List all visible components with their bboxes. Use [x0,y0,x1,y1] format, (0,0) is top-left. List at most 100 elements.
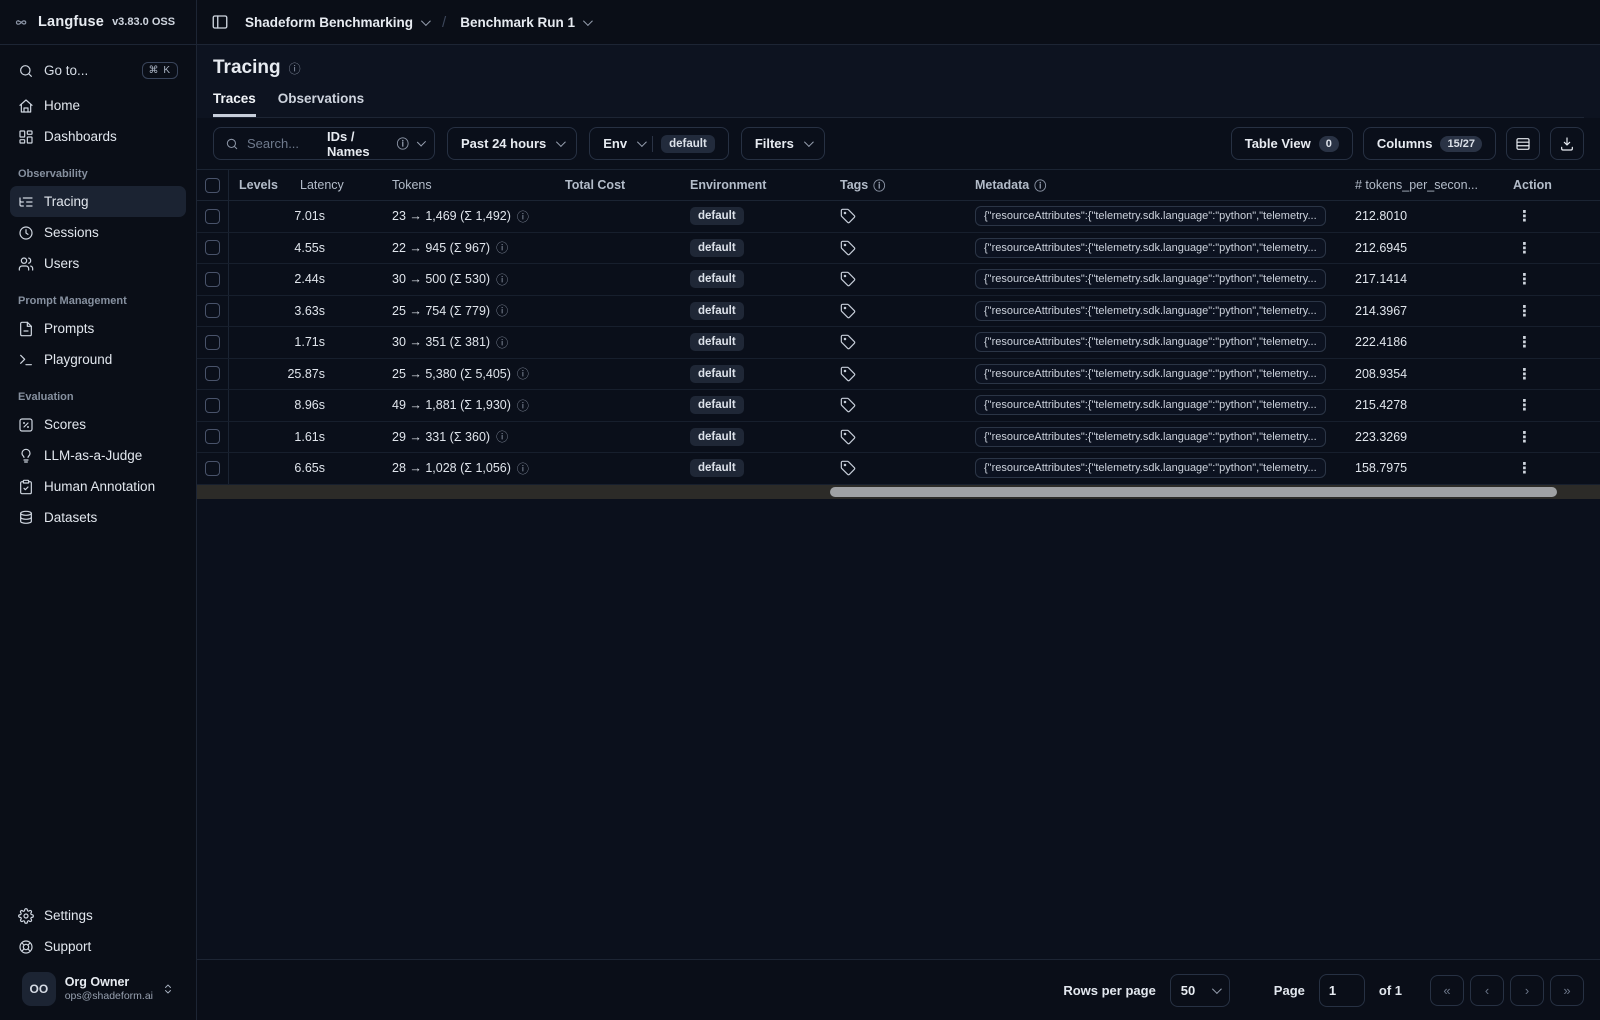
cell-tags[interactable] [830,208,965,224]
row-actions-button[interactable]: ⋮ [1503,428,1600,446]
cell-tags[interactable] [830,271,965,287]
panel-toggle-icon[interactable] [211,13,229,31]
row-actions-button[interactable]: ⋮ [1503,270,1600,288]
table-view-button[interactable]: Table View 0 [1230,127,1353,160]
row-checkbox[interactable] [197,295,229,326]
row-checkbox[interactable] [197,421,229,452]
search-input[interactable] [247,136,319,151]
table-row[interactable]: 3.63s 25 → 754 (Σ 779) ⓘ default {"resou… [197,295,1600,327]
env-filter-button[interactable]: Env default [589,127,729,160]
cell-metadata[interactable]: {"resourceAttributes":{"telemetry.sdk.la… [965,426,1345,447]
sidebar-item-playground[interactable]: Playground [10,344,186,375]
row-actions-button[interactable]: ⋮ [1503,396,1600,414]
row-actions-button[interactable]: ⋮ [1503,302,1600,320]
cell-tags[interactable] [830,429,965,445]
table-row[interactable]: 8.96s 49 → 1,881 (Σ 1,930) ⓘ default {"r… [197,390,1600,422]
sidebar-item-tracing[interactable]: Tracing [10,186,186,217]
header-levels[interactable]: Levels [229,178,290,192]
kebab-menu-icon: ⋮ [1517,428,1532,446]
scrollbar-thumb[interactable] [830,486,1557,497]
row-checkbox[interactable] [197,453,229,484]
project-breadcrumb[interactable]: Benchmark Run 1 [460,15,593,30]
table-row[interactable]: 1.61s 29 → 331 (Σ 360) ⓘ default {"resou… [197,421,1600,453]
cell-tags[interactable] [830,460,965,476]
select-all-checkbox[interactable] [197,170,229,200]
page-number-input[interactable] [1318,973,1365,1007]
header-total-cost[interactable]: Total Cost [555,178,680,192]
row-checkbox[interactable] [197,327,229,358]
sidebar-item-settings[interactable]: Settings [10,900,186,931]
cell-metadata[interactable]: {"resourceAttributes":{"telemetry.sdk.la… [965,332,1345,353]
cell-metadata[interactable]: {"resourceAttributes":{"telemetry.sdk.la… [965,237,1345,258]
sidebar: Langfuse v3.83.0 OSS Go to... ⌘ K Home D… [0,0,197,1020]
header-tokens-per-second[interactable]: # tokens_per_secon... [1345,178,1503,192]
rows-per-page-label: Rows per page [1063,982,1156,998]
sidebar-item-users[interactable]: Users [10,248,186,279]
table-row[interactable]: 6.65s 28 → 1,028 (Σ 1,056) ⓘ default {"r… [197,453,1600,485]
cell-metadata[interactable]: {"resourceAttributes":{"telemetry.sdk.la… [965,206,1345,227]
sidebar-item-human-annotation[interactable]: Human Annotation [10,471,186,502]
cell-tags[interactable] [830,240,965,256]
tab-traces[interactable]: Traces [213,91,256,117]
org-breadcrumb[interactable]: Shadeform Benchmarking [245,15,431,30]
table-row[interactable]: 7.01s 23 → 1,469 (Σ 1,492) ⓘ default {"r… [197,201,1600,233]
sidebar-item-prompts[interactable]: Prompts [10,313,186,344]
cell-tags[interactable] [830,334,965,350]
last-page-button[interactable]: » [1550,974,1584,1006]
first-page-button[interactable]: « [1430,974,1464,1006]
row-actions-button[interactable]: ⋮ [1503,239,1600,257]
rows-per-page-select[interactable]: 50 [1169,973,1230,1007]
cell-metadata[interactable]: {"resourceAttributes":{"telemetry.sdk.la… [965,458,1345,479]
header-metadata[interactable]: Metadata ⓘ [965,177,1345,194]
row-actions-button[interactable]: ⋮ [1503,333,1600,351]
filters-button[interactable]: Filters [740,127,825,160]
next-page-button[interactable]: › [1510,974,1544,1006]
cell-tags[interactable] [830,303,965,319]
export-button[interactable] [1550,127,1584,160]
cell-tokens-per-second: 158.7975 [1355,461,1408,476]
sidebar-item-scores[interactable]: Scores [10,409,186,440]
header-tokens[interactable]: Tokens [382,178,555,192]
row-height-button[interactable] [1506,127,1540,160]
sidebar-item-llm-as-a-judge[interactable]: LLM-as-a-Judge [10,440,186,471]
horizontal-scrollbar[interactable] [197,484,1600,499]
cell-metadata[interactable]: {"resourceAttributes":{"telemetry.sdk.la… [965,363,1345,384]
table-row[interactable]: 25.87s 25 → 5,380 (Σ 5,405) ⓘ default {"… [197,358,1600,390]
row-checkbox[interactable] [197,232,229,263]
cell-metadata[interactable]: {"resourceAttributes":{"telemetry.sdk.la… [965,300,1345,321]
sidebar-item-label: Dashboards [44,129,117,144]
row-checkbox[interactable] [197,201,229,232]
header-tags[interactable]: Tags ⓘ [830,177,965,194]
row-actions-button[interactable]: ⋮ [1503,459,1600,477]
goto-search[interactable]: Go to... ⌘ K [10,55,186,86]
tab-observations[interactable]: Observations [278,91,364,117]
row-checkbox[interactable] [197,390,229,421]
search-box[interactable]: IDs / Names ⓘ [213,127,435,160]
sidebar-item-dashboards[interactable]: Dashboards [10,121,186,152]
cell-tags[interactable] [830,397,965,413]
table-row[interactable]: 1.71s 30 → 351 (Σ 381) ⓘ default {"resou… [197,327,1600,359]
row-checkbox[interactable] [197,264,229,295]
cell-tags[interactable] [830,366,965,382]
cell-metadata[interactable]: {"resourceAttributes":{"telemetry.sdk.la… [965,395,1345,416]
row-actions-button[interactable]: ⋮ [1503,207,1600,225]
row-checkbox[interactable] [197,358,229,389]
previous-page-button[interactable]: ‹ [1470,974,1504,1006]
header-environment[interactable]: Environment [680,178,830,192]
kebab-menu-icon: ⋮ [1517,239,1532,257]
sidebar-item-home[interactable]: Home [10,90,186,121]
sidebar-item-sessions[interactable]: Sessions [10,217,186,248]
sidebar-item-support[interactable]: Support [10,931,186,962]
table-row[interactable]: 2.44s 30 → 500 (Σ 530) ⓘ default {"resou… [197,264,1600,296]
info-icon: ⓘ [496,430,509,445]
columns-button[interactable]: Columns 15/27 [1362,127,1496,160]
chevron-down-icon [803,137,814,148]
table-row[interactable]: 4.55s 22 → 945 (Σ 967) ⓘ default {"resou… [197,232,1600,264]
org-switcher[interactable]: OO Org Owner ops@shadeform.ai [10,962,186,1020]
sidebar-item-datasets[interactable]: Datasets [10,502,186,533]
row-actions-button[interactable]: ⋮ [1503,365,1600,383]
time-range-button[interactable]: Past 24 hours [447,127,578,160]
search-type-selector[interactable]: IDs / Names ⓘ [327,129,426,159]
header-latency[interactable]: Latency [290,178,382,192]
cell-metadata[interactable]: {"resourceAttributes":{"telemetry.sdk.la… [965,269,1345,290]
